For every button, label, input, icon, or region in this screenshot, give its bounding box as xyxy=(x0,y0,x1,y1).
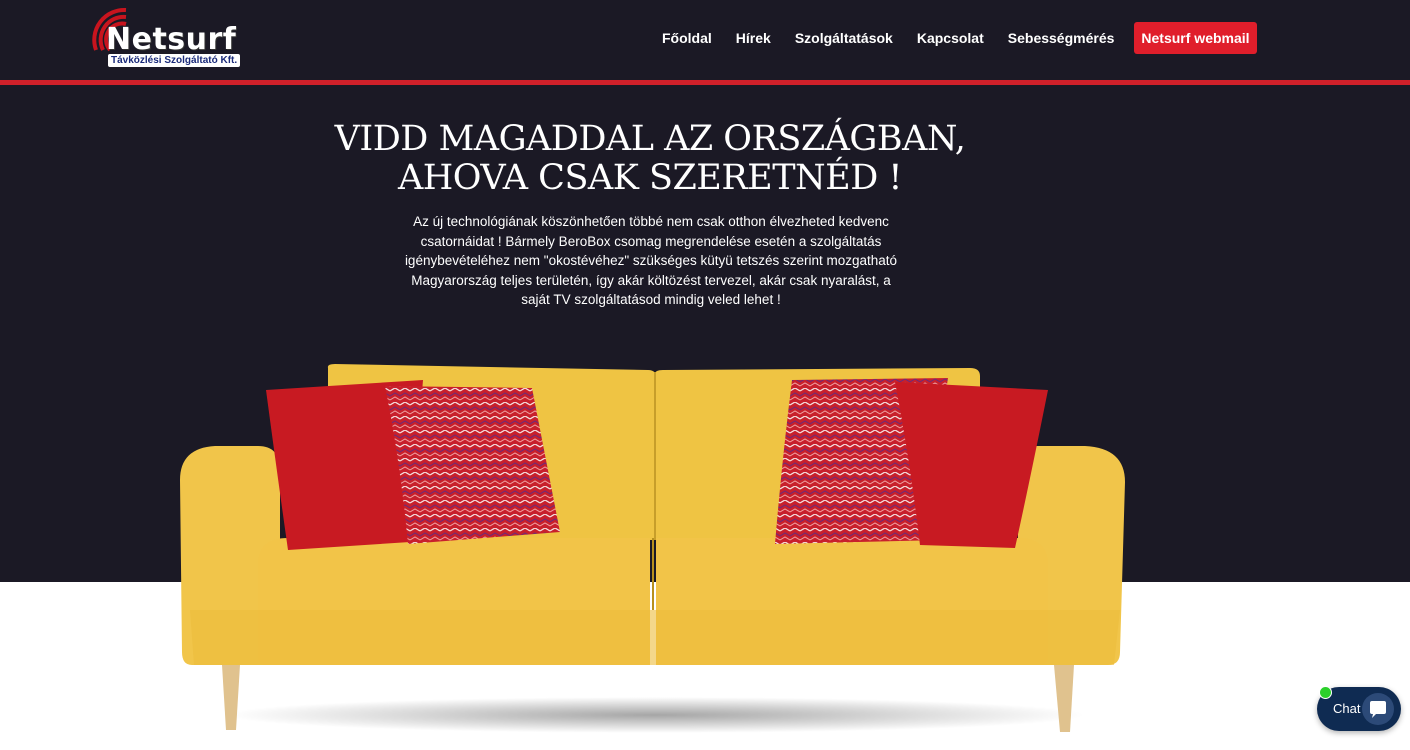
nav-item-services[interactable]: Szolgáltatások xyxy=(795,30,893,46)
sofa-image xyxy=(180,364,1125,733)
hero-title-line1: VIDD MAGADDAL AZ ORSZÁGBAN, xyxy=(334,119,966,159)
hero-title: VIDD MAGADDAL AZ ORSZÁGBAN, AHOVA CSAK S… xyxy=(300,120,1000,198)
hero-description: Az új technológiának köszönhetően többé … xyxy=(404,214,898,307)
nav-item-home[interactable]: Főoldal xyxy=(662,30,712,46)
nav-item-contact[interactable]: Kapcsolat xyxy=(917,30,984,46)
chat-widget-button[interactable]: Chat xyxy=(1317,686,1401,731)
online-status-dot xyxy=(1319,686,1332,699)
site-header: Netsurf Távközlési Szolgáltató Kft. Főol… xyxy=(0,0,1410,80)
netsurf-logo[interactable]: Netsurf Távközlési Szolgáltató Kft. xyxy=(84,2,244,72)
logo-name: Netsurf xyxy=(106,22,237,57)
nav-item-news[interactable]: Hírek xyxy=(736,30,771,46)
chat-bubble-icon xyxy=(1362,693,1394,725)
logo-tagline: Távközlési Szolgáltató Kft. xyxy=(108,54,241,67)
chat-label: Chat xyxy=(1333,701,1361,716)
nav-item-speedtest[interactable]: Sebességmérés xyxy=(1008,30,1115,46)
main-nav: Főoldal Hírek Szolgáltatások Kapcsolat S… xyxy=(650,22,1257,54)
webmail-button[interactable]: Netsurf webmail xyxy=(1134,22,1257,54)
hero-title-line2: AHOVA CSAK SZERETNÉD ! xyxy=(397,158,903,198)
